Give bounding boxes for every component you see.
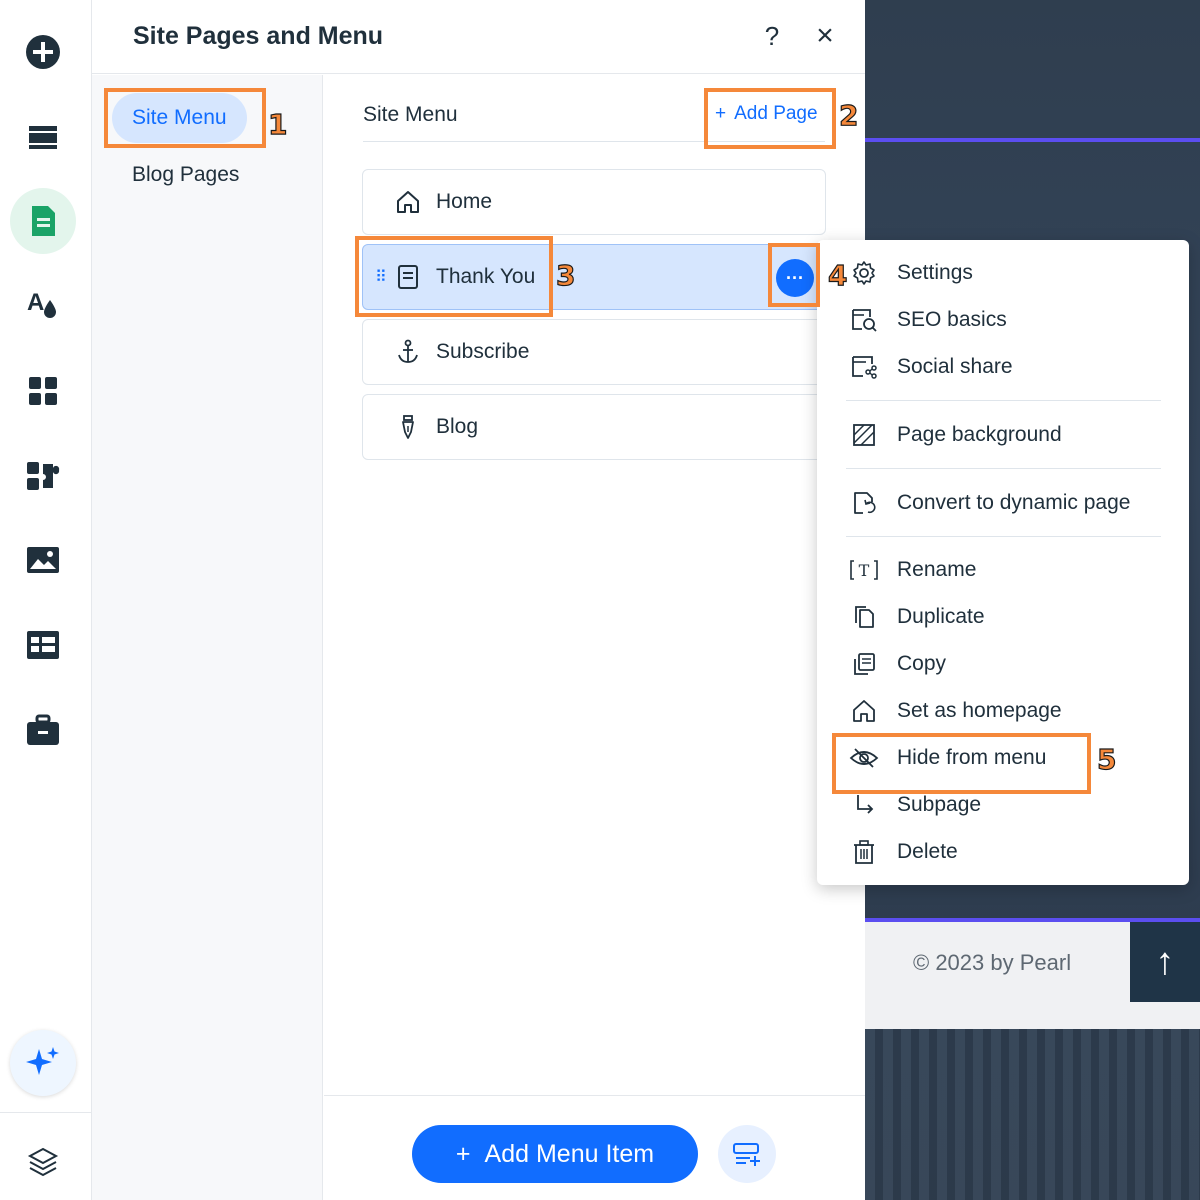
panel-header: Site Pages and Menu ? × [92, 0, 865, 74]
annotation-number-5: 5 [1096, 742, 1117, 776]
menu-item-set-homepage[interactable]: Set as homepage [817, 689, 1189, 733]
menu-item-copy[interactable]: Copy [817, 642, 1189, 686]
page-item-blog[interactable]: Blog [362, 394, 826, 460]
menu-item-label: Hide from menu [897, 746, 1047, 769]
annotation-number-4: 4 [827, 258, 848, 292]
add-apps-icon[interactable] [21, 454, 65, 498]
more-actions-button[interactable]: ··· [776, 259, 814, 297]
page-item-subscribe[interactable]: Subscribe [362, 319, 826, 385]
panel-footer: + Add Menu Item [324, 1095, 865, 1200]
media-icon[interactable] [21, 538, 65, 582]
rail-divider [0, 1112, 92, 1113]
anchor-icon [395, 339, 421, 365]
page-icon [395, 264, 421, 290]
svg-text:A: A [27, 289, 44, 316]
menu-item-rename[interactable]: T Rename [817, 548, 1189, 592]
rename-icon: T [849, 555, 879, 585]
seo-icon [849, 305, 879, 335]
preview-footer: © 2023 by Pearl ↑ [865, 922, 1200, 1029]
menu-item-social-share[interactable]: Social share [817, 345, 1189, 389]
divider [363, 141, 825, 142]
apps-icon[interactable] [21, 369, 65, 413]
menu-item-subpage[interactable]: Subpage [817, 783, 1189, 827]
menu-item-label: SEO basics [897, 308, 1007, 331]
plus-icon: + [455, 1139, 471, 1168]
nav-blog-pages[interactable]: Blog Pages [112, 150, 259, 200]
page-item-home[interactable]: Home [362, 169, 826, 235]
menu-item-label: Social share [897, 355, 1013, 378]
menu-item-label: Rename [897, 558, 977, 581]
social-share-icon [849, 352, 879, 382]
layers-icon[interactable] [21, 1140, 65, 1184]
site-pages-panel: Site Pages and Menu ? × Site Menu Blog P… [92, 0, 865, 1200]
page-label: Thank You [436, 265, 536, 288]
ai-assistant-icon[interactable] [10, 1030, 76, 1096]
menu-item-label: Page background [897, 423, 1062, 446]
help-button[interactable]: ? [754, 18, 790, 54]
menu-add-icon [732, 1141, 762, 1167]
plus-icon: + [715, 103, 727, 124]
menu-item-label: Delete [897, 840, 958, 863]
business-icon[interactable] [21, 708, 65, 752]
annotation-number-2: 2 [838, 98, 859, 132]
menu-settings-button[interactable] [718, 1125, 776, 1183]
pages-icon[interactable] [10, 188, 76, 254]
add-page-button[interactable]: + Add Page [715, 103, 818, 125]
page-label: Home [436, 190, 493, 213]
home-icon [395, 189, 421, 215]
design-icon[interactable]: A [21, 282, 65, 326]
eye-hidden-icon [849, 743, 879, 773]
page-label: Subscribe [436, 340, 530, 363]
background-icon [849, 420, 879, 450]
menu-item-duplicate[interactable]: Duplicate [817, 595, 1189, 639]
trash-icon [849, 837, 879, 867]
close-button[interactable]: × [807, 18, 843, 54]
menu-item-delete[interactable]: Delete [817, 830, 1189, 874]
menu-divider [846, 468, 1161, 469]
editor-left-rail: A [0, 0, 92, 1200]
dynamic-page-icon [849, 488, 879, 518]
copyright-text: © 2023 by Pearl [913, 950, 1072, 975]
gear-icon [849, 258, 879, 288]
menu-item-label: Set as homepage [897, 699, 1062, 722]
menu-item-label: Settings [897, 261, 973, 284]
menu-item-label: Subpage [897, 793, 982, 816]
add-menu-item-label: Add Menu Item [484, 1139, 655, 1168]
annotation-number-1: 1 [267, 107, 288, 141]
copy-icon [849, 649, 879, 679]
pen-icon [395, 414, 421, 440]
add-elements-icon[interactable] [21, 30, 65, 74]
sections-icon[interactable] [21, 115, 65, 159]
menu-item-page-background[interactable]: Page background [817, 413, 1189, 457]
home-icon [849, 696, 879, 726]
add-menu-item-button[interactable]: + Add Menu Item [412, 1125, 698, 1183]
menu-item-hide-from-menu[interactable]: Hide from menu [817, 736, 1189, 780]
page-context-menu: Settings SEO basics Social share Page ba… [817, 240, 1189, 885]
drag-handle-icon[interactable]: ⠿ [375, 267, 387, 287]
duplicate-icon [849, 602, 879, 632]
svg-text:T: T [859, 561, 870, 580]
preview-divider-top [865, 138, 1200, 142]
menu-item-label: Duplicate [897, 605, 985, 628]
page-item-thank-you[interactable]: ⠿ Thank You ··· [362, 244, 826, 310]
subpage-icon [849, 790, 879, 820]
preview-building-image [865, 1029, 1200, 1200]
page-label: Blog [436, 415, 479, 438]
cms-icon[interactable] [21, 623, 65, 667]
panel-title: Site Pages and Menu [133, 22, 384, 50]
nav-site-menu[interactable]: Site Menu [112, 93, 247, 143]
menu-item-label: Copy [897, 652, 947, 675]
menu-item-settings[interactable]: Settings [817, 251, 1189, 295]
annotation-number-3: 3 [555, 258, 576, 292]
menu-item-convert-dynamic[interactable]: Convert to dynamic page [817, 481, 1189, 525]
menu-item-label: Convert to dynamic page [897, 491, 1131, 514]
panel-nav: Site Menu Blog Pages [92, 75, 323, 1200]
menu-divider [846, 400, 1161, 401]
menu-divider [846, 536, 1161, 537]
menu-item-seo-basics[interactable]: SEO basics [817, 298, 1189, 342]
back-to-top-button[interactable]: ↑ [1130, 922, 1200, 1002]
panel-main: Site Menu + Add Page Home ⠿ Thank You ··… [324, 75, 865, 1200]
section-title: Site Menu [363, 103, 458, 126]
add-page-label: Add Page [734, 103, 818, 124]
